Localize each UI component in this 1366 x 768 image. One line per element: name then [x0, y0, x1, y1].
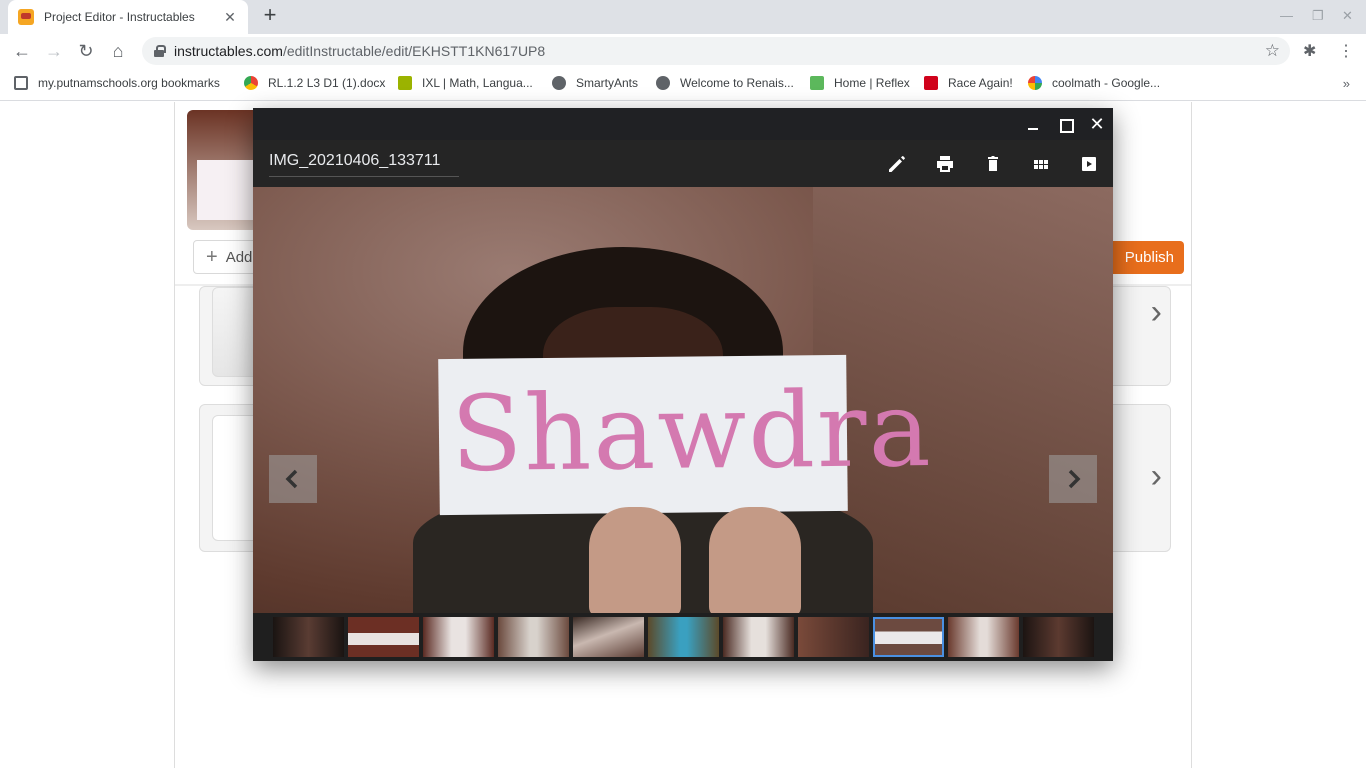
- chevron-right-icon[interactable]: ›: [1151, 457, 1162, 496]
- bookmark-label: SmartyAnts: [576, 76, 639, 90]
- browser-toolbar: ← → ↻ ⌂ instructables.com/editInstructab…: [0, 34, 1366, 68]
- bookmark-item[interactable]: Home | Reflex: [810, 76, 910, 90]
- file-name-field[interactable]: IMG_20210406_133711: [269, 152, 459, 177]
- instructables-favicon-icon: [18, 9, 34, 25]
- bookmark-label: Home | Reflex: [834, 76, 910, 90]
- ixl-icon: [398, 76, 412, 90]
- photo-display: Shawdra: [253, 187, 1113, 613]
- viewer-titlebar: ✕: [253, 108, 1113, 140]
- back-arrow-icon[interactable]: ←: [11, 40, 33, 62]
- photo-subject-hand: [589, 507, 681, 613]
- browser-tab[interactable]: Project Editor - Instructables ✕: [8, 0, 248, 34]
- race-icon: [924, 76, 938, 90]
- window-close-icon[interactable]: ✕: [1342, 8, 1353, 24]
- tab-strip: Project Editor - Instructables ✕ + — ❐ ✕: [0, 0, 1366, 34]
- bookmark-star-icon[interactable]: ☆: [1265, 41, 1280, 61]
- filmstrip-thumbnail[interactable]: [573, 617, 644, 657]
- filmstrip: [253, 613, 1113, 661]
- google-icon: [1028, 76, 1042, 90]
- bookmark-label: IXL | Math, Langua...: [422, 76, 533, 90]
- viewer-minimize-icon[interactable]: [1021, 112, 1045, 136]
- forward-arrow-icon[interactable]: →: [43, 40, 65, 62]
- lock-icon: [154, 45, 166, 57]
- photo-subject-hand: [709, 507, 801, 613]
- address-bar[interactable]: instructables.com/editInstructable/edit/…: [142, 37, 1290, 65]
- filmstrip-thumbnail[interactable]: [498, 617, 569, 657]
- bookmarks-bar: my.putnamschools.org bookmarks RL.1.2 L3…: [0, 68, 1366, 101]
- filmstrip-thumbnail[interactable]: [948, 617, 1019, 657]
- url-host: instructables.com: [174, 43, 283, 59]
- previous-image-button[interactable]: [269, 455, 317, 503]
- extensions-puzzle-icon[interactable]: ✱: [1303, 41, 1316, 61]
- viewer-header: IMG_20210406_133711: [253, 140, 1113, 187]
- filmstrip-thumbnail[interactable]: [723, 617, 794, 657]
- name-sign: Shawdra: [438, 354, 933, 516]
- filmstrip-thumbnail[interactable]: [1023, 617, 1094, 657]
- filmstrip-thumbnail[interactable]: [798, 617, 869, 657]
- bookmark-label: Race Again!: [948, 76, 1013, 90]
- window-restore-icon[interactable]: ❐: [1312, 8, 1324, 24]
- filmstrip-thumbnail-selected[interactable]: [873, 617, 944, 657]
- filmstrip-thumbnail[interactable]: [648, 617, 719, 657]
- tab-title: Project Editor - Instructables: [44, 10, 195, 24]
- more-bookmarks-icon[interactable]: »: [1343, 76, 1350, 91]
- folder-icon: [14, 76, 28, 90]
- sign-text: Shawdra: [450, 367, 934, 496]
- google-drive-icon: [244, 76, 258, 90]
- image-viewer-window: ✕ IMG_20210406_133711 Shawdra: [253, 108, 1113, 661]
- chevron-right-icon: [1068, 469, 1081, 489]
- grid-view-icon[interactable]: [1029, 152, 1053, 176]
- bookmark-label: RL.1.2 L3 D1 (1).docx: [268, 76, 386, 90]
- slideshow-icon[interactable]: [1077, 152, 1101, 176]
- chrome-menu-icon[interactable]: ⋮: [1338, 41, 1354, 61]
- print-icon[interactable]: [933, 152, 957, 176]
- filmstrip-thumbnail[interactable]: [348, 617, 419, 657]
- bookmark-label: coolmath - Google...: [1052, 76, 1161, 90]
- reload-icon[interactable]: ↻: [75, 40, 97, 62]
- globe-icon: [656, 76, 670, 90]
- chevron-left-icon: [285, 469, 298, 489]
- bookmark-item[interactable]: coolmath - Google...: [1028, 76, 1160, 90]
- url-path: /editInstructable/edit/EKHSTT1KN617UP8: [282, 43, 546, 59]
- home-icon[interactable]: ⌂: [107, 40, 129, 62]
- bookmark-item[interactable]: Welcome to Renais...: [656, 76, 794, 90]
- edit-icon[interactable]: [885, 152, 909, 176]
- globe-icon: [552, 76, 566, 90]
- new-tab-button[interactable]: +: [258, 4, 282, 28]
- bookmark-item[interactable]: RL.1.2 L3 D1 (1).docx: [244, 76, 385, 90]
- bookmark-label: Welcome to Renais...: [680, 76, 794, 90]
- bookmark-item[interactable]: IXL | Math, Langua...: [398, 76, 533, 90]
- viewer-close-icon[interactable]: ✕: [1085, 112, 1109, 136]
- plus-icon: +: [206, 245, 218, 268]
- bookmark-item[interactable]: my.putnamschools.org bookmarks: [14, 76, 220, 90]
- bookmark-item[interactable]: SmartyAnts: [552, 76, 638, 90]
- next-image-button[interactable]: [1049, 455, 1097, 503]
- window-minimize-icon[interactable]: —: [1280, 8, 1293, 23]
- filmstrip-thumbnail[interactable]: [273, 617, 344, 657]
- filmstrip-thumbnail[interactable]: [423, 617, 494, 657]
- viewer-maximize-icon[interactable]: [1053, 112, 1077, 136]
- reflex-icon: [810, 76, 824, 90]
- bookmark-label: my.putnamschools.org bookmarks: [38, 76, 220, 90]
- bookmark-item[interactable]: Race Again!: [924, 76, 1013, 90]
- delete-icon[interactable]: [981, 152, 1005, 176]
- chevron-right-icon[interactable]: ›: [1151, 293, 1162, 332]
- close-tab-icon[interactable]: ✕: [222, 9, 238, 26]
- publish-button[interactable]: Publish: [1105, 241, 1184, 274]
- add-button-label: Add: [225, 248, 253, 266]
